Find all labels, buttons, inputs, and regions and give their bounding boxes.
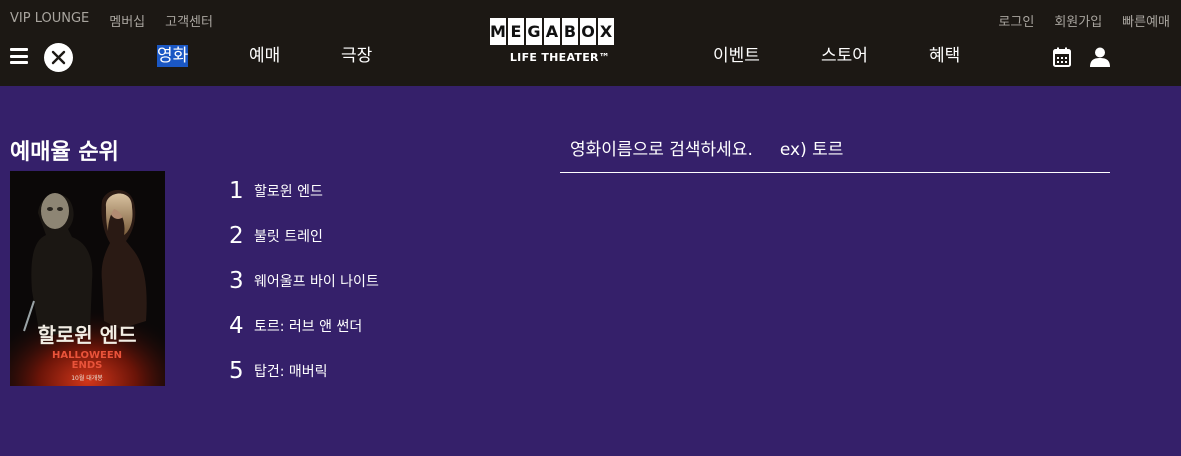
top-header: VIP LOUNGE 멤버십 고객센터 로그인 회원가입 빠른예매 영화 예매 … — [0, 0, 1181, 86]
logo-letter: G — [526, 18, 542, 45]
nav-movie[interactable]: 영화 — [157, 45, 189, 67]
poster-title-en-2: ENDS — [72, 360, 103, 371]
rank-number: 1 — [229, 177, 244, 204]
membership-link[interactable]: 멤버십 — [109, 11, 145, 30]
close-button[interactable] — [44, 43, 73, 72]
nav-benefit[interactable]: 혜택 — [929, 45, 960, 67]
logo-letters: M E G A B O X — [490, 18, 630, 45]
user-icon — [1090, 47, 1110, 67]
login-link[interactable]: 로그인 — [998, 11, 1034, 30]
rank-movie-title: 웨어울프 바이 나이트 — [254, 273, 379, 290]
poster-caption: 10월 대개봉 — [71, 374, 103, 382]
calendar-icon — [1053, 47, 1071, 67]
my-page-button[interactable] — [1090, 47, 1110, 71]
customer-center-link[interactable]: 고객센터 — [165, 11, 213, 30]
movie-search-input[interactable] — [560, 128, 1110, 172]
nav-event[interactable]: 이벤트 — [713, 45, 760, 67]
utility-links-left: VIP LOUNGE 멤버십 고객센터 — [10, 11, 213, 30]
rank-item[interactable]: 1 할로윈 엔드 — [229, 168, 379, 213]
close-icon — [51, 50, 66, 65]
movie-search-bar — [560, 128, 1110, 173]
rank-movie-title: 할로윈 엔드 — [254, 183, 323, 200]
hamburger-menu-icon[interactable] — [10, 48, 28, 64]
poster-image: 할로윈 엔드 HALLOWEEN ENDS 10월 대개봉 — [10, 171, 165, 386]
rank-number: 2 — [229, 222, 244, 249]
rank-number: 5 — [229, 357, 244, 384]
signup-link[interactable]: 회원가입 — [1054, 11, 1102, 30]
rank-movie-title: 토르: 러브 앤 썬더 — [254, 318, 363, 335]
quick-booking-link[interactable]: 빠른예매 — [1122, 11, 1170, 30]
rank-number: 4 — [229, 312, 244, 339]
booking-rank-list: 1 할로윈 엔드 2 불릿 트레인 3 웨어울프 바이 나이트 4 토르: 러브… — [229, 168, 379, 393]
nav-booking[interactable]: 예매 — [249, 45, 280, 67]
poster-title-ko: 할로윈 엔드 — [38, 323, 137, 347]
rank-item[interactable]: 2 불릿 트레인 — [229, 213, 379, 258]
rank-item[interactable]: 3 웨어울프 바이 나이트 — [229, 258, 379, 303]
nav-theater[interactable]: 극장 — [341, 45, 372, 67]
rank-number: 3 — [229, 267, 244, 294]
megabox-logo[interactable]: M E G A B O X LIFE THEATER™ — [490, 18, 630, 64]
calendar-button[interactable] — [1053, 47, 1071, 71]
logo-letter: O — [580, 18, 596, 45]
logo-letter: M — [490, 18, 506, 45]
nav-store[interactable]: 스토어 — [821, 45, 868, 67]
rank-item[interactable]: 5 탑건: 매버릭 — [229, 348, 379, 393]
ranking-section-title: 예매율 순위 — [10, 140, 119, 165]
logo-letter: X — [598, 18, 614, 45]
logo-subtitle: LIFE THEATER™ — [509, 51, 611, 64]
vip-lounge-link[interactable]: VIP LOUNGE — [10, 11, 89, 30]
rank-movie-title: 불릿 트레인 — [254, 228, 323, 245]
rank-movie-title: 탑건: 매버릭 — [254, 363, 328, 380]
logo-letter: E — [508, 18, 524, 45]
utility-links-right: 로그인 회원가입 빠른예매 — [998, 11, 1170, 30]
movie-poster[interactable]: 할로윈 엔드 HALLOWEEN ENDS 10월 대개봉 — [10, 171, 165, 386]
logo-letter: B — [562, 18, 578, 45]
rank-item[interactable]: 4 토르: 러브 앤 썬더 — [229, 303, 379, 348]
logo-letter: A — [544, 18, 560, 45]
